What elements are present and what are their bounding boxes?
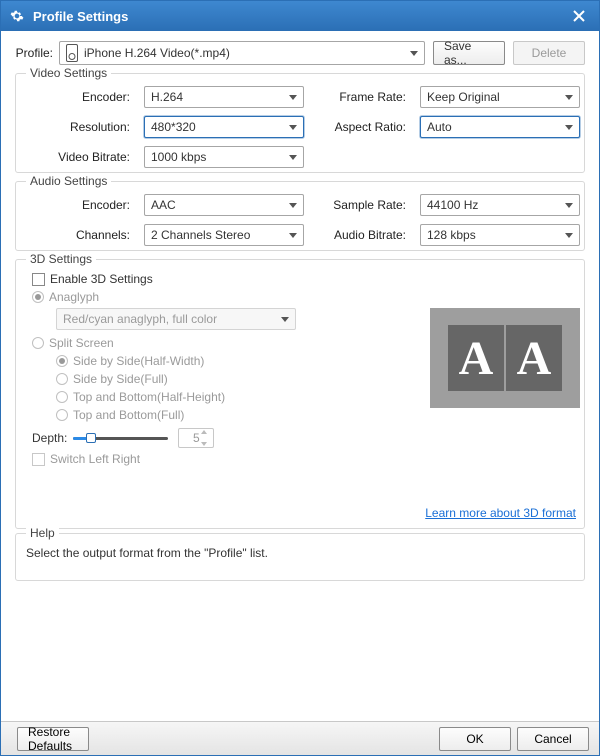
sample-rate-label: Sample Rate: (312, 198, 412, 212)
chevron-down-icon (289, 233, 297, 238)
chevron-down-icon (289, 95, 297, 100)
chevron-down-icon (289, 125, 297, 130)
enable-3d-checkbox[interactable] (32, 273, 45, 286)
cancel-button[interactable]: Cancel (517, 727, 589, 751)
audio-settings-group: Audio Settings Encoder: AAC Sample Rate:… (15, 181, 585, 251)
ok-button[interactable]: OK (439, 727, 511, 751)
restore-defaults-button[interactable]: Restore Defaults (17, 727, 89, 751)
profile-label: Profile: (15, 46, 59, 60)
enable-3d-label: Enable 3D Settings (50, 272, 153, 286)
chevron-down-icon (565, 203, 573, 208)
frame-rate-label: Frame Rate: (312, 90, 412, 104)
3d-legend: 3D Settings (26, 252, 96, 266)
video-bitrate-select[interactable]: 1000 kbps (144, 146, 304, 168)
tb-half-radio (56, 391, 68, 403)
audio-legend: Audio Settings (26, 174, 111, 188)
sbs-half-label: Side by Side(Half-Width) (73, 354, 204, 368)
depth-label: Depth: (32, 431, 67, 445)
profile-value: iPhone H.264 Video(*.mp4) (84, 46, 230, 60)
close-icon[interactable] (567, 4, 591, 28)
3d-settings-group: 3D Settings Enable 3D Settings Anaglyph … (15, 259, 585, 529)
save-as-button[interactable]: Save as... (433, 41, 505, 65)
depth-spinner: 5 (178, 428, 214, 448)
split-screen-radio (32, 337, 44, 349)
depth-slider (73, 431, 168, 445)
tb-full-radio (56, 409, 68, 421)
chevron-up-icon (201, 430, 207, 434)
audio-bitrate-select[interactable]: 128 kbps (420, 224, 580, 246)
chevron-down-icon (289, 203, 297, 208)
audio-encoder-label: Encoder: (26, 198, 136, 212)
resolution-select[interactable]: 480*320 (144, 116, 304, 138)
sbs-full-label: Side by Side(Full) (73, 372, 168, 386)
chevron-down-icon (289, 155, 297, 160)
audio-bitrate-label: Audio Bitrate: (312, 228, 412, 242)
chevron-down-icon (565, 95, 573, 100)
video-settings-group: Video Settings Encoder: H.264 Frame Rate… (15, 73, 585, 173)
chevron-down-icon (410, 51, 418, 56)
chevron-down-icon (565, 125, 573, 130)
anaglyph-radio (32, 291, 44, 303)
help-group: Help Select the output format from the "… (15, 533, 585, 581)
chevron-down-icon (281, 317, 289, 322)
split-screen-label: Split Screen (49, 336, 114, 350)
channels-select[interactable]: 2 Channels Stereo (144, 224, 304, 246)
gear-icon (9, 8, 25, 24)
footer: Restore Defaults OK Cancel (1, 721, 599, 755)
chevron-down-icon (565, 233, 573, 238)
sbs-full-radio (56, 373, 68, 385)
preview-letter-left: A (448, 325, 504, 391)
tb-half-label: Top and Bottom(Half-Height) (73, 390, 225, 404)
sbs-half-radio (56, 355, 68, 367)
anaglyph-type-select: Red/cyan anaglyph, full color (56, 308, 296, 330)
preview-letter-right: A (506, 325, 562, 391)
audio-encoder-select[interactable]: AAC (144, 194, 304, 216)
titlebar: Profile Settings (1, 1, 599, 31)
aspect-ratio-select[interactable]: Auto (420, 116, 580, 138)
video-legend: Video Settings (26, 66, 111, 80)
delete-button: Delete (513, 41, 585, 65)
video-bitrate-label: Video Bitrate: (26, 150, 136, 164)
anaglyph-label: Anaglyph (49, 290, 99, 304)
switch-lr-checkbox (32, 453, 45, 466)
aspect-ratio-label: Aspect Ratio: (312, 120, 412, 134)
sample-rate-select[interactable]: 44100 Hz (420, 194, 580, 216)
profile-select[interactable]: iPhone H.264 Video(*.mp4) (59, 41, 425, 65)
3d-preview: AA (430, 308, 580, 408)
help-text: Select the output format from the "Profi… (26, 546, 574, 560)
help-legend: Help (26, 526, 59, 540)
switch-lr-label: Switch Left Right (50, 452, 140, 466)
channels-label: Channels: (26, 228, 136, 242)
learn-more-link[interactable]: Learn more about 3D format (425, 506, 576, 520)
chevron-down-icon (201, 442, 207, 446)
video-encoder-label: Encoder: (26, 90, 136, 104)
video-encoder-select[interactable]: H.264 (144, 86, 304, 108)
tb-full-label: Top and Bottom(Full) (73, 408, 184, 422)
window-title: Profile Settings (33, 9, 567, 24)
resolution-label: Resolution: (26, 120, 136, 134)
phone-icon (66, 44, 78, 62)
frame-rate-select[interactable]: Keep Original (420, 86, 580, 108)
